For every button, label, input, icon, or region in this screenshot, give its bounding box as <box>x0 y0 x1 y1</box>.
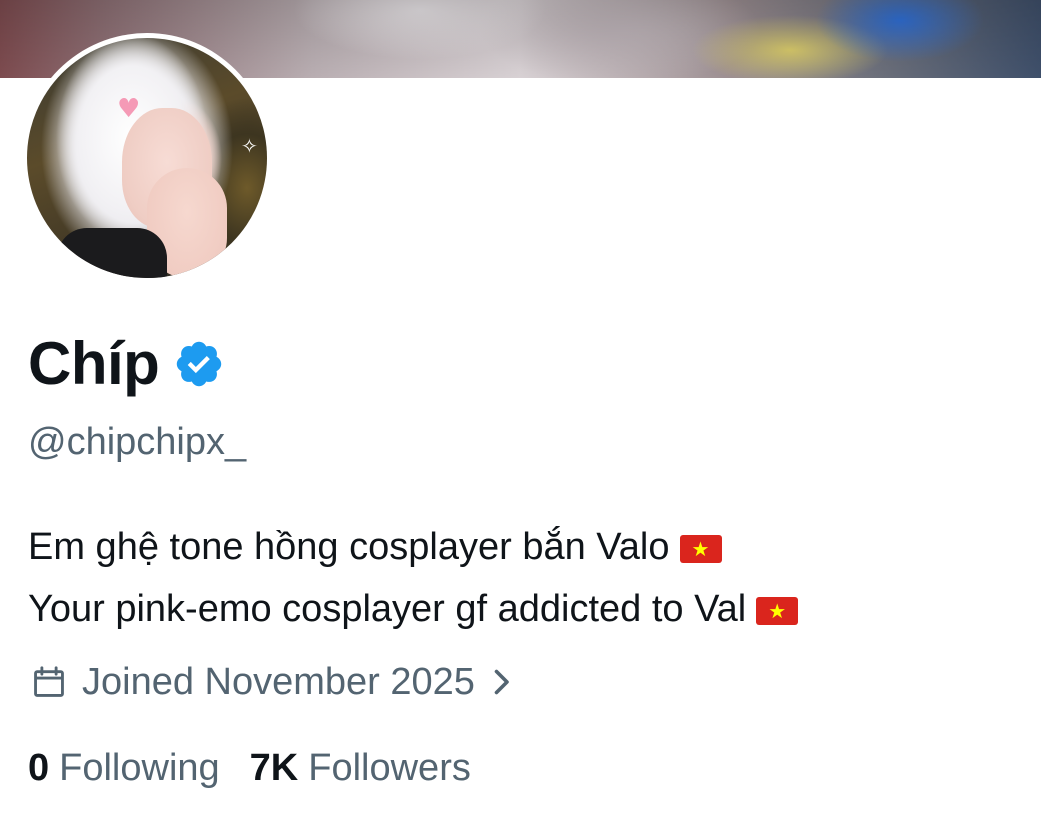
sparkle-icon: ✧ <box>241 134 258 158</box>
following-link[interactable]: 0 Following <box>28 742 220 794</box>
followers-label: Followers <box>308 747 471 789</box>
bio-line: Your pink-emo cosplayer gf addicted to V… <box>28 578 1028 640</box>
followers-link[interactable]: 7K Followers <box>250 742 471 794</box>
joined-date-text: Joined November 2025 <box>82 661 475 703</box>
follow-stats: 0 Following 7K Followers <box>28 742 471 794</box>
following-count: 0 <box>28 747 50 789</box>
user-handle: @chipchipx_ <box>28 421 247 463</box>
bio-line-text: Em ghệ tone hồng cosplayer bắn Valo <box>28 526 670 568</box>
profile-page: ♥ ✧ Chíp @chipchipx_ Em ghệ tone hồng co… <box>0 0 1041 815</box>
joined-date-link[interactable]: Joined November 2025 <box>30 656 511 708</box>
bio-line: Em ghệ tone hồng cosplayer bắn Valo ★ <box>28 516 1028 578</box>
vietnam-flag-icon: ★ <box>679 534 722 563</box>
flag-star-icon: ★ <box>768 598 787 623</box>
calendar-icon <box>34 666 64 697</box>
chevron-right-icon <box>494 669 509 695</box>
avatar[interactable]: ♥ ✧ <box>27 38 267 278</box>
heart-sticker-icon: ♥ <box>117 94 141 124</box>
flag-star-icon: ★ <box>691 536 710 561</box>
avatar-clothing <box>57 228 167 278</box>
vietnam-flag-icon: ★ <box>756 596 799 625</box>
followers-count: 7K <box>249 747 299 789</box>
bio-line-text: Your pink-emo cosplayer gf addicted to V… <box>28 588 747 630</box>
name-row: Chíp <box>28 326 225 402</box>
bio: Em ghệ tone hồng cosplayer bắn Valo ★ You… <box>28 516 1028 640</box>
display-name: Chíp <box>28 330 160 397</box>
following-label: Following <box>59 747 220 789</box>
verified-badge-icon[interactable] <box>173 338 225 390</box>
